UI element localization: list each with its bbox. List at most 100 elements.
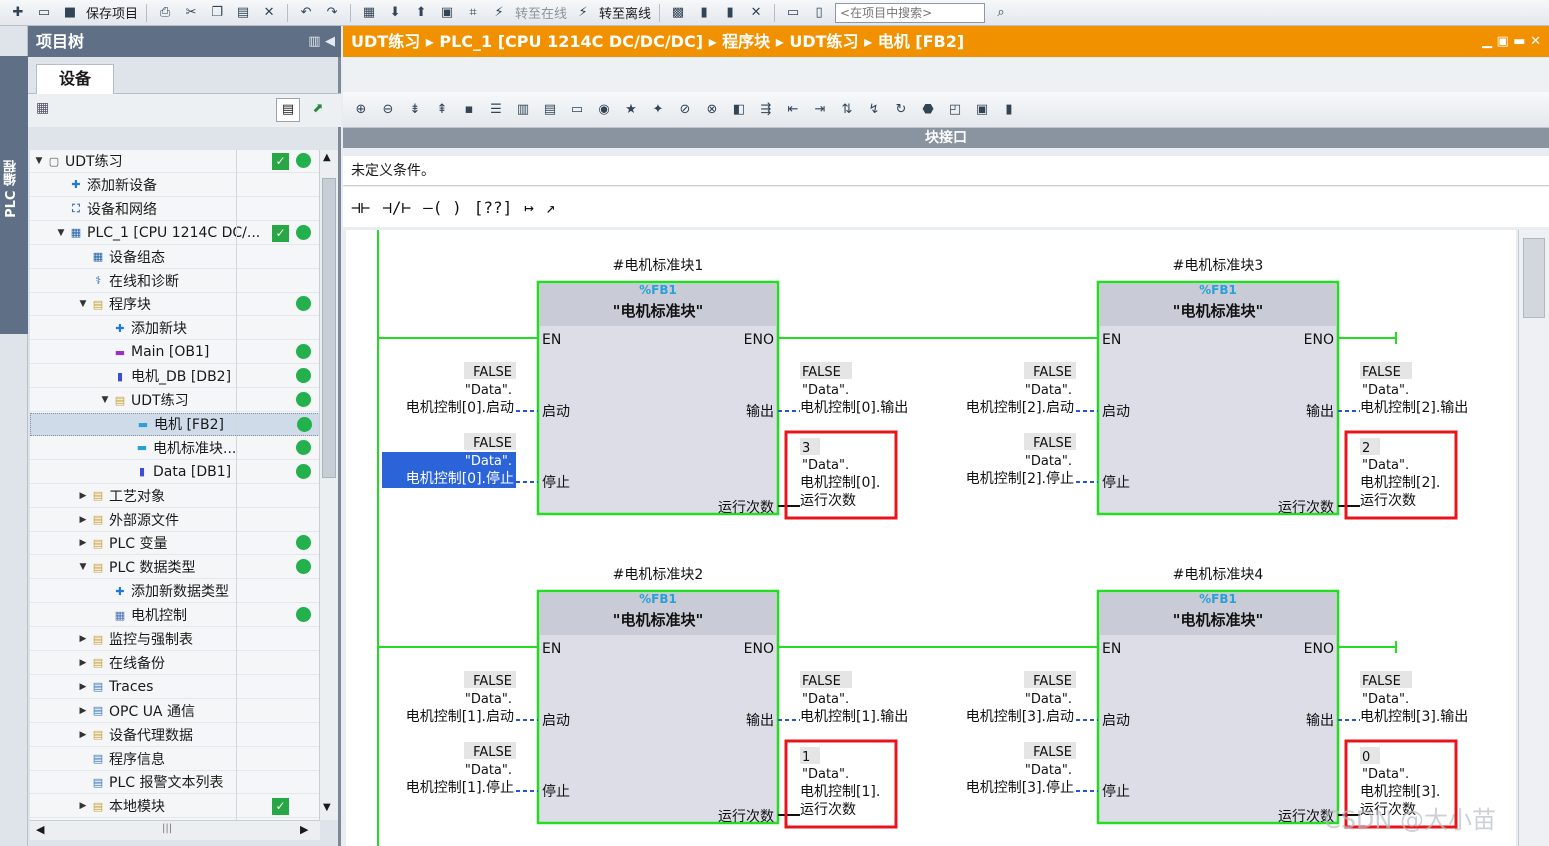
collapsed-caret-icon[interactable]: ▶ [78, 515, 88, 525]
start-cpu-icon[interactable]: ▮ [694, 4, 714, 22]
collapsed-caret-icon[interactable]: ▶ [78, 801, 88, 811]
expanded-caret-icon[interactable]: ▼ [78, 562, 88, 572]
open-all-icon[interactable]: ▥ [513, 101, 533, 119]
start-tag[interactable]: 电机控制[0].启动 [406, 400, 514, 416]
output-tag[interactable]: 电机控制[3].输出 [1360, 709, 1468, 725]
previous-network-icon[interactable]: ↻ [891, 101, 911, 119]
tree-item[interactable]: ▤ PLC 报警文本列表 [30, 771, 320, 795]
close-branch-icon[interactable]: ↗ [546, 198, 556, 217]
breadcrumb-item[interactable]: UDT练习 [789, 32, 858, 51]
stop-tag[interactable]: 电机控制[1].停止 [406, 779, 514, 796]
tree-item[interactable]: ▶ ▤ 监控与强制表 [30, 628, 320, 651]
tree-item[interactable]: ▦ 设备组态 [30, 246, 320, 269]
save-icon[interactable]: ■ [60, 4, 80, 22]
tree-item[interactable]: ▮ Data [DB1] [30, 461, 320, 484]
close-icon[interactable]: ✕ [746, 4, 766, 22]
add-to-tree-icon[interactable]: ⬈ [306, 98, 330, 122]
tree-item[interactable]: ✚ 添加新设备 [30, 174, 320, 197]
collapsed-caret-icon[interactable]: ▶ [78, 634, 88, 644]
tree-item[interactable]: ⛶ 设备和网络 [30, 198, 320, 221]
tree-item[interactable]: ▼ ▤ PLC 数据类型 [30, 556, 320, 580]
undo-icon[interactable]: ↶ [296, 4, 316, 22]
scroll-up-icon[interactable]: ▲ [323, 152, 331, 163]
breadcrumb-item[interactable]: 电机 [FB2] [878, 32, 964, 51]
tree-item[interactable]: ⚕ 在线和诊断 [30, 270, 320, 293]
insert-row-icon[interactable]: ⇟ [405, 101, 425, 119]
monitor-icon[interactable]: ⇥ [810, 101, 830, 119]
jump-icon[interactable]: ⇤ [783, 101, 803, 119]
simulation-icon[interactable]: ▣ [437, 4, 457, 22]
save-project-button[interactable]: 保存项目 [86, 3, 138, 22]
collapsed-caret-icon[interactable]: ▶ [78, 730, 88, 740]
tree-item[interactable]: ▼ ▢ UDT练习 ✓ [30, 150, 320, 173]
upload-icon[interactable]: ⬆ [411, 4, 431, 22]
split-vertical-icon[interactable]: ▯ [809, 4, 829, 22]
block-interface-bar[interactable]: 块接口 [343, 128, 1549, 148]
stop-tag[interactable]: 电机控制[0].停止 [406, 470, 514, 487]
compile-icon[interactable]: ▦ [359, 4, 379, 22]
breadcrumb-item[interactable]: UDT练习 [351, 32, 420, 51]
tab-devices[interactable]: 设备 [36, 64, 114, 94]
start-tag[interactable]: 电机控制[3].启动 [966, 709, 1074, 725]
split-horizontal-icon[interactable]: ▭ [783, 4, 803, 22]
close-all-icon[interactable]: ▤ [540, 101, 560, 119]
count-tag-line1[interactable]: 电机控制[3]. [1360, 784, 1440, 800]
goto-error-icon[interactable]: ⊗ [702, 101, 722, 119]
start-tag[interactable]: 电机控制[2].启动 [966, 400, 1074, 416]
count-tag-line2[interactable]: 运行次数 [1360, 493, 1416, 509]
favorites-icon[interactable]: ★ [621, 101, 641, 119]
cut-icon[interactable]: ✂ [181, 4, 201, 22]
delete-network-icon[interactable]: ⊖ [378, 101, 398, 119]
new-project-icon[interactable]: ✚ [8, 4, 28, 22]
project-tree-vscroll[interactable]: ▲ ▼ [319, 150, 338, 820]
go-online-icon[interactable]: ⚡ [489, 4, 509, 22]
next-error-icon[interactable]: ◧ [729, 101, 749, 119]
project-search-input[interactable] [835, 2, 986, 23]
expanded-caret-icon[interactable]: ▼ [78, 299, 88, 309]
open-branch-icon[interactable]: ↦ [524, 198, 534, 217]
count-tag-line2[interactable]: 运行次数 [800, 493, 856, 509]
tree-item[interactable]: ▦ 电机控制 [30, 604, 320, 628]
go-offline-icon[interactable]: ⚡ [573, 4, 593, 22]
reset-start-icon[interactable]: ▪ [459, 101, 479, 119]
tree-item[interactable]: ▬ 电机标准块... [30, 437, 320, 460]
tree-item[interactable]: ▶ ▤ 在线备份 [30, 652, 320, 675]
count-tag-line1[interactable]: 电机控制[2]. [1360, 475, 1440, 491]
no-contact-icon[interactable]: ⊣⊢ [351, 198, 370, 217]
open-project-icon[interactable]: ▭ [34, 4, 54, 22]
monitor-on-icon[interactable]: ▣ [972, 101, 992, 119]
devices-icon[interactable]: ▩ [668, 4, 688, 22]
add-row-icon[interactable]: ⇞ [432, 101, 452, 119]
previous-error-icon[interactable]: ⇶ [756, 101, 776, 119]
collapsed-caret-icon[interactable]: ▶ [78, 491, 88, 501]
project-tree-hscroll[interactable]: ◀ ||| ▶ [30, 820, 320, 840]
comment-toggle-icon[interactable]: ◉ [594, 101, 614, 119]
collapsed-caret-icon[interactable]: ▶ [78, 682, 88, 692]
tree-item[interactable]: ▶ ▤ 本地模块 ✓ [30, 795, 320, 819]
count-tag-line1[interactable]: 电机控制[1]. [800, 784, 880, 800]
go-start-icon[interactable]: ⬣ [918, 101, 938, 119]
network-condition-text[interactable]: 未定义条件。 [343, 156, 1549, 186]
tree-item[interactable]: ▼ ▤ 程序块 [30, 293, 320, 317]
set-value-icon[interactable]: ⇅ [837, 101, 857, 119]
window-controls-icon[interactable]: ▁ ▣ ▬ ✕ [1482, 26, 1541, 57]
editor-scroll-thumb[interactable] [1523, 238, 1545, 318]
download-icon[interactable]: ⬇ [385, 4, 405, 22]
output-tag[interactable]: 电机控制[0].输出 [800, 400, 908, 416]
tree-item[interactable]: ▤ 程序信息 [30, 748, 320, 771]
scroll-grip-icon[interactable]: ||| [162, 823, 172, 834]
expanded-caret-icon[interactable]: ▼ [56, 228, 66, 238]
output-tag[interactable]: 电机控制[2].输出 [1360, 400, 1468, 416]
expanded-caret-icon[interactable]: ▼ [100, 395, 110, 405]
tree-item[interactable]: ✚ 添加新块 [30, 317, 320, 341]
nc-contact-icon[interactable]: ⊣/⊢ [382, 198, 411, 217]
scrollbar-thumb[interactable] [322, 178, 336, 478]
tree-item[interactable]: ▶ ▤ OPC UA 通信 [30, 700, 320, 723]
compare-icon[interactable]: ⊘ [675, 101, 695, 119]
next-network-icon[interactable]: ↯ [864, 101, 884, 119]
editor-vscroll[interactable] [1518, 230, 1549, 846]
collapsed-caret-icon[interactable]: ▶ [78, 658, 88, 668]
coil-icon[interactable]: –( ) [423, 198, 462, 217]
stop-tag[interactable]: 电机控制[2].停止 [966, 470, 1074, 487]
tree-item[interactable]: ▶ ▤ Traces [30, 676, 320, 699]
